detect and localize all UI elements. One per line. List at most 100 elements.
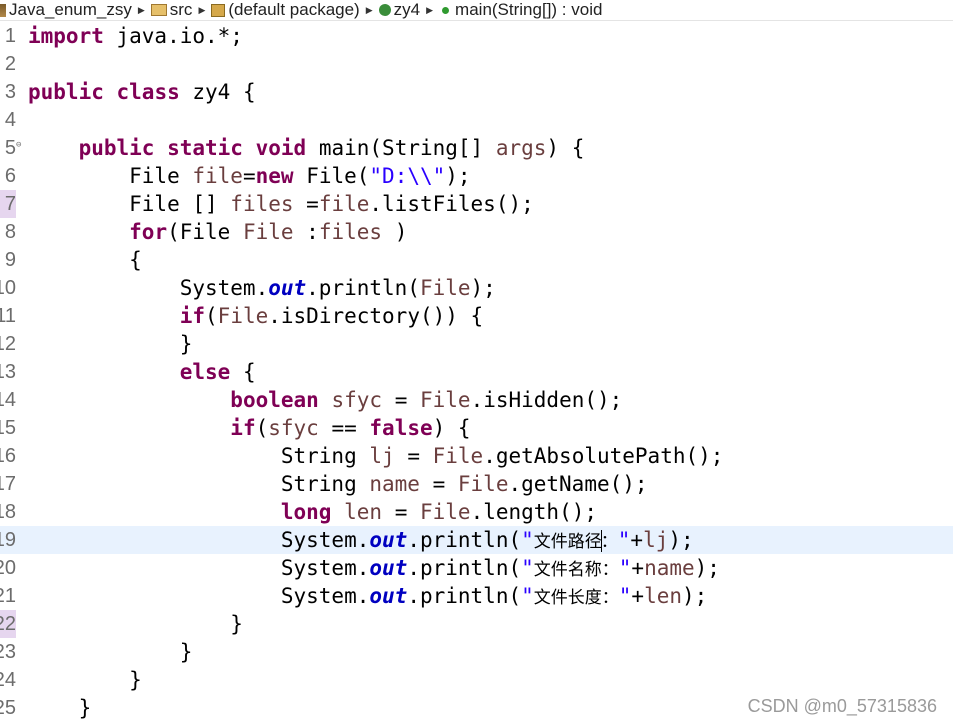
code-token: file [192,164,243,188]
code-token: .println( [407,528,522,552]
code-token: = [242,164,256,188]
code-token: len [344,500,383,524]
code-token: System. [28,276,269,300]
code-text: if(File.isDirectory()) { [28,302,483,330]
code-line[interactable]: 8 for(File File :files ) [0,218,953,246]
code-line[interactable]: 2 [0,50,953,78]
breadcrumb-item[interactable]: main(String[]) : void [439,0,602,20]
code-token: else [179,360,231,384]
code-token: } [28,612,243,636]
code-line[interactable]: 1 import java.io.*; [0,22,953,50]
line-number: 21 [0,585,16,607]
code-token: ) { [546,136,585,160]
breadcrumb-item[interactable]: zy4 [378,0,420,20]
code-token: { [28,248,142,272]
code-line[interactable]: 5 ⊖ public static void main(String[] args… [0,134,953,162]
code-token: long [280,500,332,524]
code-token: ); [445,164,471,188]
breadcrumb-item[interactable]: src [150,0,192,20]
line-number: 17 [0,473,16,495]
code-line[interactable]: 7 File [] files =file.listFiles(); [0,190,953,218]
code-line[interactable]: 17 String name = File.getName(); [0,470,953,498]
code-text: } [28,694,92,722]
code-text: System.out.println("文件长度："+len); [28,582,707,610]
line-number: 1 [4,25,16,47]
code-text: boolean sfyc = File.isHidden(); [28,386,622,414]
code-token: File [419,276,471,300]
breadcrumb-item[interactable]: (default package) [211,0,360,20]
line-number: 4 [4,109,16,131]
breadcrumb-separator-icon: ▶ [137,4,145,15]
package-icon [211,3,226,17]
breadcrumb-item[interactable]: Java_enum_zsy [0,0,132,20]
code-token: } [28,640,193,664]
code-token: 文件名称： [533,560,619,580]
code-token: " [521,528,534,552]
code-token: ); [682,584,708,608]
code-token: = [382,500,420,524]
code-token: File [419,500,471,524]
code-token: + [631,556,645,580]
line-number: 3 [4,81,16,103]
code-line[interactable]: 13 else { [0,358,953,386]
code-token: files [230,192,294,216]
code-line[interactable]: 3 public class zy4 { [0,78,953,106]
code-token: == [318,416,370,440]
code-token: main(String[] [306,136,496,160]
fold-collapse-icon[interactable]: ⊖ [16,141,21,150]
code-text: public class zy4 { [28,78,256,106]
code-token: args [495,136,547,160]
code-text: import java.io.*; [28,22,243,50]
code-token: .getAbsolutePath(); [483,444,724,468]
code-token: " [521,556,534,580]
breadcrumb-label: (default package) [228,0,360,19]
code-token: .isHidden(); [470,388,623,412]
code-text: System.out.println("文件路径："+lj); [28,526,694,554]
code-token: files [318,220,383,244]
line-number: 18 [0,501,16,523]
code-text: } [28,330,193,358]
line-number: 7 [0,190,16,218]
code-token: ); [668,528,694,552]
line-number: 24 [0,669,16,691]
code-token: " [521,584,534,608]
code-line[interactable]: 6 File file=new File("D:\\"); [0,162,953,190]
code-line[interactable]: 10 System.out.println(File); [0,274,953,302]
code-line[interactable]: 15 if(sfyc == false) { [0,414,953,442]
code-line[interactable]: 9 { [0,246,953,274]
code-token: void [255,136,307,160]
class-icon [378,4,391,16]
breadcrumb-label: Java_enum_zsy [9,0,132,19]
code-line[interactable]: 23 } [0,638,953,666]
code-token: .getName(); [508,472,648,496]
code-line[interactable]: 24 } [0,666,953,694]
code-line[interactable]: 4 [0,106,953,134]
code-line[interactable]: 19 System.out.println("文件路径："+lj); [0,526,953,554]
code-token: out [369,528,408,552]
code-line[interactable]: 20 System.out.println("文件名称："+name); [0,554,953,582]
code-line[interactable]: 22 } [0,610,953,638]
code-line[interactable]: 18 long len = File.length(); [0,498,953,526]
code-line[interactable]: 21 System.out.println("文件长度："+len); [0,582,953,610]
code-text: } [28,610,243,638]
code-line[interactable]: 16 String lj = File.getAbsolutePath(); [0,442,953,470]
code-token: File [242,220,294,244]
code-text: String name = File.getName(); [28,470,648,498]
line-number: 8 [4,221,16,243]
code-line[interactable]: 11 if(File.isDirectory()) { [0,302,953,330]
code-editor[interactable]: 1 import java.io.*; 2 3 public class zy4 { 4 5… [0,22,953,727]
code-line[interactable]: 12 } [0,330,953,358]
code-line[interactable]: 14 boolean sfyc = File.isHidden(); [0,386,953,414]
code-token: System. [28,584,370,608]
code-token: } [28,696,92,720]
breadcrumb-separator-icon: ▶ [426,4,434,15]
code-token: } [28,668,142,692]
code-token: 文件路径 [533,532,602,552]
code-token: " [618,584,632,608]
code-token: = [293,192,319,216]
code-token: false [369,416,433,440]
code-token: (File [167,220,243,244]
